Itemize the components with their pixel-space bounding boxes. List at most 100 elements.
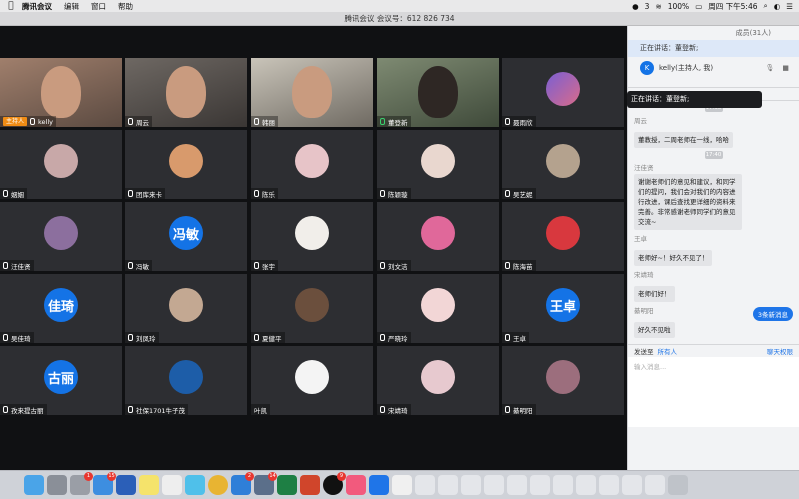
participant-tile[interactable]: 聂雨欣 (502, 58, 624, 127)
tencent-meeting-icon[interactable] (369, 475, 389, 495)
window-thumbnail[interactable] (415, 475, 435, 495)
members-header[interactable]: 成员(31人) (628, 26, 799, 40)
menu-window[interactable]: 窗口 (91, 1, 106, 12)
window-thumbnail[interactable] (553, 475, 573, 495)
menu-list-icon[interactable]: ☰ (786, 2, 793, 11)
participant-tile[interactable]: 姻姻 (0, 130, 122, 199)
launchpad-icon[interactable] (47, 475, 67, 495)
window-thumbnail[interactable] (438, 475, 458, 495)
excel-icon[interactable] (277, 475, 297, 495)
mic-icon[interactable]: 🎙 (765, 64, 774, 72)
chat-sender: 周云 (634, 117, 647, 125)
trash-icon[interactable] (668, 475, 688, 495)
member-row-self[interactable]: K kelly(主持人, 我) 🎙 ■ (628, 57, 799, 79)
powerpoint-icon[interactable] (300, 475, 320, 495)
window-thumbnail[interactable] (599, 475, 619, 495)
mic-icon (128, 118, 133, 125)
qq-icon[interactable]: 9 (323, 472, 346, 495)
participant-name: 孜来提古丽 (11, 406, 44, 415)
safari-icon[interactable] (185, 475, 205, 495)
mail-icon[interactable]: 15 (93, 472, 116, 495)
apple-menu-icon[interactable]:  (0, 1, 22, 11)
notes-icon[interactable] (139, 475, 159, 495)
chat-permission-button[interactable]: 聊天权限 (767, 346, 793, 356)
participant-tile[interactable]: 宋靖琦 (377, 346, 499, 415)
new-messages-button[interactable]: 3条新消息 (752, 307, 793, 321)
participant-tile[interactable]: 严晓玲 (377, 274, 499, 343)
participant-name: 姻姻 (11, 190, 24, 199)
word-icon[interactable] (116, 475, 136, 495)
menu-help[interactable]: 帮助 (118, 1, 133, 12)
participant-name: 王卓 (513, 334, 526, 343)
menu-edit[interactable]: 编辑 (64, 1, 79, 12)
participant-tile[interactable]: 陈颖璇 (377, 130, 499, 199)
participant-tile[interactable]: 刘文洁 (377, 202, 499, 271)
send-to-label: 发送至 (634, 348, 654, 356)
control-center-icon[interactable]: ◐ (774, 2, 781, 11)
search-icon[interactable]: ⌕ (764, 1, 768, 11)
calendar-icon[interactable]: 14 (254, 472, 277, 495)
chat-message: 谢谢老师们的意见和建议，和同学们的提问，我们会对我们的内容进行改进，课后查找更详… (634, 174, 742, 230)
participant-tile[interactable]: 张宇 (251, 202, 373, 271)
participant-video (292, 66, 332, 118)
datetime[interactable]: 周四 下午5:46 (708, 1, 757, 12)
participant-tile[interactable]: 社保1701牛子茂 (125, 346, 247, 415)
participant-name: 刘凤玲 (136, 334, 156, 343)
window-thumbnail[interactable] (461, 475, 481, 495)
menu-app-name[interactable]: 腾讯会议 (22, 1, 52, 12)
participant-tile[interactable]: 主持人 kelly (0, 58, 122, 127)
document-icon[interactable] (392, 475, 412, 495)
wifi-icon[interactable]: ≋ (655, 2, 661, 11)
window-thumbnail[interactable] (622, 475, 642, 495)
participant-tile[interactable]: 陈乐 (251, 130, 373, 199)
member-name: kelly(主持人, 我) (659, 64, 714, 72)
battery-icon: ▭ (695, 1, 703, 11)
window-thumbnail[interactable] (576, 475, 596, 495)
participant-tile[interactable]: 刘凤玲 (125, 274, 247, 343)
participant-name: 宋靖琦 (388, 406, 408, 415)
participant-tile[interactable]: 佳琦 吴佳琦 (0, 274, 122, 343)
participant-namebar: 綦明阳 (502, 404, 536, 415)
participant-tile[interactable]: 周云 (125, 58, 247, 127)
app-store-icon[interactable]: 2 (231, 472, 254, 495)
participant-namebar: 聂雨欣 (502, 116, 536, 127)
participant-namebar: 韩丽 (251, 116, 278, 127)
participant-tile[interactable]: 古丽 孜来提古丽 (0, 346, 122, 415)
chat-input[interactable]: 输入消息... (628, 357, 799, 427)
window-thumbnail[interactable] (507, 475, 527, 495)
participant-avatar (169, 144, 203, 178)
camera-icon[interactable]: ■ (782, 64, 789, 72)
battery-text[interactable]: 100% (668, 2, 689, 11)
participant-tile[interactable]: 汪佳贤 (0, 202, 122, 271)
finder-icon[interactable] (24, 475, 44, 495)
mic-icon (254, 334, 259, 341)
participant-tile[interactable]: 夏健平 (251, 274, 373, 343)
window-thumbnail[interactable] (484, 475, 504, 495)
badge: 2 (245, 472, 254, 481)
participant-tile[interactable]: 团库来卡 (125, 130, 247, 199)
participant-tile[interactable]: 陈海苗 (502, 202, 624, 271)
music-icon[interactable] (346, 475, 366, 495)
participant-namebar: 陈海苗 (502, 260, 536, 271)
status-icon[interactable]: ● (632, 2, 639, 11)
participant-tile[interactable]: 王卓 王卓 (502, 274, 624, 343)
chrome-icon[interactable] (208, 475, 228, 495)
participant-tile[interactable]: 綦明阳 (502, 346, 624, 415)
badge: 15 (107, 472, 116, 481)
participant-tile[interactable]: 冯敏 冯敏 (125, 202, 247, 271)
participant-tile[interactable]: 董登新 (377, 58, 499, 127)
participant-tile[interactable]: 叶凯 (251, 346, 373, 415)
participant-video (418, 66, 458, 118)
window-thumbnail[interactable] (530, 475, 550, 495)
participant-tile[interactable]: 吴艺妮 (502, 130, 624, 199)
participant-tile[interactable]: 韩丽 (251, 58, 373, 127)
send-to-select[interactable]: 所有人 (658, 346, 678, 356)
mic-icon (128, 406, 133, 413)
badge: 14 (268, 472, 277, 481)
chat-list[interactable]: 17:38 周云 董教授，二周老师在一线，哈哈 17:40 汪佳贤 谢谢老师们的… (628, 101, 799, 344)
reminders-icon[interactable] (162, 475, 182, 495)
system-preferences-icon[interactable]: 1 (70, 472, 93, 495)
participant-avatar (295, 144, 329, 178)
window-thumbnail[interactable] (645, 475, 665, 495)
notification-count[interactable]: 3 (645, 2, 650, 11)
